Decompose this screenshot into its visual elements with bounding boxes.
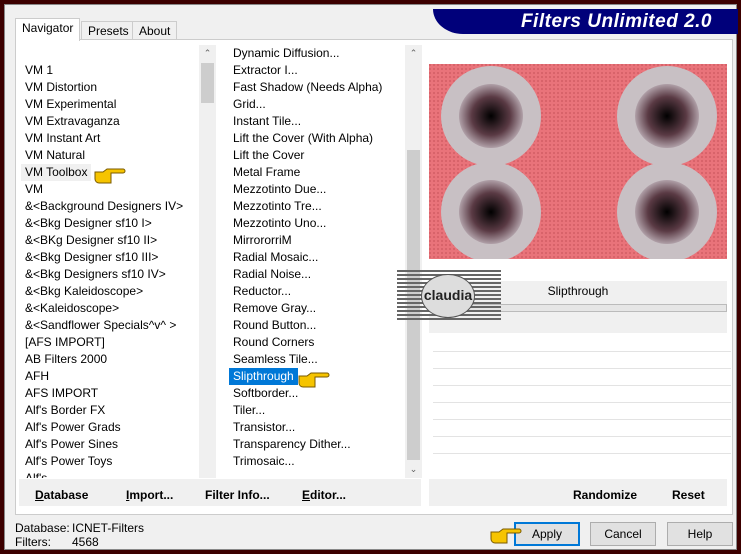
status-database-value: ICNET-Filters [72,521,144,535]
list-item[interactable]: VM Experimental [21,96,199,113]
right-button-bar: Randomize Reset [429,479,727,506]
divider [433,402,731,403]
filter-preview-image [429,64,727,259]
list-item[interactable]: &<Kaleidoscope> [21,300,199,317]
reset-button[interactable]: Reset [672,488,705,502]
list-item[interactable]: MirrororriM [229,232,405,249]
divider [433,385,731,386]
list-item[interactable]: Alf's Power Toys [21,453,199,470]
list-item[interactable]: AFH [21,368,199,385]
list-item[interactable]: VM Natural [21,147,199,164]
list-item[interactable]: Fast Shadow (Needs Alpha) [229,79,405,96]
list-item[interactable]: Transparency Dither... [229,436,405,453]
status-filters-label: Filters: [15,535,51,549]
list-item[interactable]: &<Sandflower Specials^v^ > [21,317,199,334]
list-item[interactable]: Lift the Cover [229,147,405,164]
list-item[interactable]: &<Bkg Designers sf10 IV> [21,266,199,283]
app-title-banner: Filters Unlimited 2.0 [433,9,738,34]
disc [441,66,541,166]
list-item[interactable]: &<Bkg Designer sf10 I> [21,215,199,232]
list-item[interactable]: Slipthrough [229,368,298,385]
preview-artwork [429,64,727,259]
list-item[interactable]: &<Bkg Designer sf10 III> [21,249,199,266]
tab-presets[interactable]: Presets [81,21,136,40]
list-item[interactable]: VM 1 [21,62,199,79]
list-item[interactable] [21,45,199,62]
list-item[interactable]: Mezzotinto Tre... [229,198,405,215]
list-item[interactable]: VM Instant Art [21,130,199,147]
divider [433,453,731,454]
list-item[interactable]: Trimosaic... [229,453,405,470]
watermark-logo: claudia [397,270,501,322]
list-item[interactable]: AFS IMPORT [21,385,199,402]
list-item[interactable]: Mezzotinto Uno... [229,215,405,232]
list-item[interactable]: &<Bkg Kaleidoscope> [21,283,199,300]
list-item[interactable]: VM Distortion [21,79,199,96]
list-item[interactable]: Dynamic Diffusion... [229,45,405,62]
list-item[interactable]: Alf's ... [21,470,199,478]
list-item[interactable]: VM Toolbox [21,164,92,181]
list-item[interactable]: Tiler... [229,402,405,419]
pointing-hand-icon [94,168,126,184]
pointing-hand-icon [298,372,330,388]
disc [617,162,717,259]
database-button[interactable]: Database [35,488,88,502]
list-item[interactable]: Reductor... [229,283,405,300]
list-item[interactable]: [AFS IMPORT] [21,334,199,351]
list-item[interactable]: Mezzotinto Due... [229,181,405,198]
tab-about[interactable]: About [132,21,178,40]
category-list[interactable]: VM 1 VM Distortion VM Experimental VM Extra… [21,45,199,478]
help-button[interactable]: Help [667,522,733,546]
list-item[interactable]: Alf's Power Grads [21,419,199,436]
filter-list[interactable]: Dynamic Diffusion... Extractor I... Fast S… [229,45,405,478]
tab-navigator[interactable]: Navigator [15,18,81,41]
list-item[interactable]: &<BKg Designer sf10 II> [21,232,199,249]
list-item[interactable]: Instant Tile... [229,113,405,130]
list-item[interactable]: Grid... [229,96,405,113]
list-item[interactable]: Alf's Border FX [21,402,199,419]
status-filters-value: 4568 [72,535,99,549]
scroll-up-arrow-icon[interactable]: ⌃ [199,45,216,62]
scroll-up-arrow-icon[interactable]: ⌃ [405,45,422,62]
divider [433,436,731,437]
import-button[interactable]: Import... [126,488,173,502]
list-item[interactable]: Transistor... [229,419,405,436]
list-item[interactable]: Alf's Power Sines [21,436,199,453]
cancel-button[interactable]: Cancel [590,522,656,546]
left-button-bar: Database Import... Filter Info... Editor… [19,479,421,506]
filters-unlimited-window: Filters Unlimited 2.0 Navigator Presets … [4,4,738,550]
divider [433,419,731,420]
list-item[interactable]: Radial Mosaic... [229,249,405,266]
editor-button[interactable]: Editor... [302,488,346,502]
list-item[interactable]: Radial Noise... [229,266,405,283]
list-item[interactable]: Metal Frame [229,164,405,181]
category-scrollbar[interactable]: ⌃ [199,45,216,478]
filter-info-button[interactable]: Filter Info... [205,488,270,502]
filter-scrollbar[interactable]: ⌃ ⌄ [405,45,422,478]
scroll-down-arrow-icon[interactable]: ⌄ [405,461,422,478]
disc [617,66,717,166]
list-item[interactable]: Round Corners [229,334,405,351]
list-item[interactable]: Extractor I... [229,62,405,79]
list-item[interactable]: Round Button... [229,317,405,334]
list-item[interactable]: Lift the Cover (With Alpha) [229,130,405,147]
disc [441,162,541,259]
divider [433,351,731,352]
list-item[interactable]: AB Filters 2000 [21,351,199,368]
list-item[interactable]: Remove Gray... [229,300,405,317]
divider [433,368,731,369]
list-item[interactable]: &<Background Designers IV> [21,198,199,215]
apply-button[interactable]: Apply [514,522,580,546]
pointing-hand-icon [490,528,522,544]
list-item[interactable]: Seamless Tile... [229,351,405,368]
status-database-label: Database: [15,521,70,535]
scroll-thumb[interactable] [201,63,214,103]
list-item[interactable]: VM Extravaganza [21,113,199,130]
randomize-button[interactable]: Randomize [573,488,637,502]
